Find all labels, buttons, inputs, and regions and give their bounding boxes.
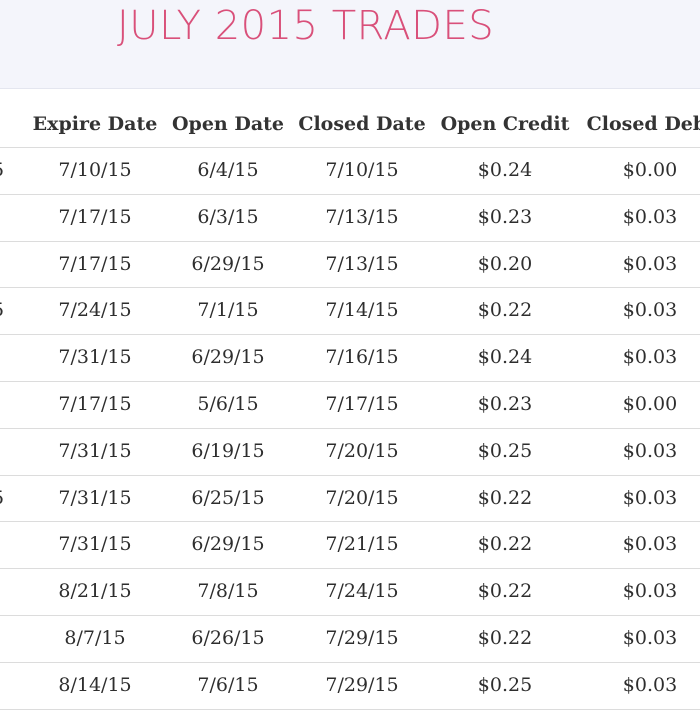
table-cell: 6/4/15 [197, 159, 259, 181]
table-cell: 6/29/15 [191, 346, 265, 369]
clipped-cell: 5 [0, 299, 4, 321]
column-header: Open Credit [440, 113, 570, 135]
table-cell: 7/24/15 [325, 580, 399, 603]
clipped-cell: 5 [0, 159, 4, 181]
row-divider [0, 474, 700, 476]
table-cell: $0.03 [622, 627, 678, 649]
table-cell: $0.22 [477, 580, 533, 603]
table-cell: 7/14/15 [325, 299, 399, 322]
table-cell: $0.00 [622, 393, 678, 415]
table-cell: $0.20 [477, 252, 533, 275]
clipped-cell: 5 [0, 487, 4, 509]
table-cell: 7/29/15 [325, 627, 399, 649]
table-cell: $0.03 [622, 252, 678, 275]
table-cell: 6/3/15 [197, 205, 259, 228]
table-cell: $0.22 [477, 299, 533, 322]
table-cell: 7/13/15 [325, 252, 399, 275]
table-cell: 7/17/15 [325, 393, 399, 415]
row-divider [0, 427, 700, 429]
table-cell: $0.03 [622, 346, 678, 369]
table-cell: 6/26/15 [191, 627, 265, 649]
table-cell: 5/6/15 [197, 393, 259, 415]
row-divider [0, 240, 700, 242]
row-divider [0, 615, 700, 616]
table-cell: 8/14/15 [58, 673, 132, 696]
table-cell: 7/13/15 [325, 205, 399, 228]
row-divider [0, 568, 700, 570]
table-cell: 7/1/15 [197, 299, 259, 322]
table-cell: 7/17/15 [58, 393, 132, 415]
table-cell: 7/10/15 [325, 159, 399, 181]
table-cell: $0.03 [622, 486, 678, 509]
column-header: Closed Debi [586, 113, 700, 135]
table-cell: 7/31/15 [58, 439, 132, 462]
row-divider [0, 287, 700, 289]
title-banner: JULY 2015 TRADES [0, 0, 700, 89]
table-cell: 7/31/15 [58, 533, 132, 556]
row-divider [0, 147, 700, 148]
table-cell: 7/17/15 [58, 205, 132, 228]
row-divider [0, 521, 700, 523]
table-cell: $0.03 [622, 299, 678, 322]
table-cell: $0.03 [622, 673, 678, 696]
table-cell: 7/24/15 [58, 299, 132, 322]
table-cell: $0.03 [622, 439, 678, 462]
table-cell: $0.22 [477, 627, 533, 649]
column-header: Open Date [171, 113, 285, 135]
table-cell: 7/16/15 [325, 346, 399, 369]
row-divider [0, 381, 700, 382]
row-divider [0, 334, 700, 336]
table-cell: 7/31/15 [58, 346, 132, 369]
row-divider [0, 708, 700, 710]
table-cell: $0.22 [477, 533, 533, 556]
column-header: Closed Date [298, 113, 426, 135]
table-cell: $0.23 [477, 205, 533, 228]
table-cell: 8/7/15 [64, 627, 126, 649]
table-cell: 6/25/15 [191, 486, 265, 509]
table-cell: 7/17/15 [58, 252, 132, 275]
column-header: Expire Date [32, 113, 158, 135]
table-cell: $0.24 [477, 159, 533, 181]
table-cell: 7/10/15 [58, 159, 132, 181]
table-cell: 7/8/15 [197, 580, 259, 603]
table-cell: 7/31/15 [58, 486, 132, 509]
table-cell: $0.24 [477, 346, 533, 369]
table-cell: $0.25 [477, 439, 533, 462]
table-cell: 6/29/15 [191, 533, 265, 556]
row-divider [0, 193, 700, 195]
page-title: JULY 2015 TRADES [117, 3, 495, 49]
table-cell: 8/21/15 [58, 580, 132, 603]
table-cell: $0.25 [477, 673, 533, 696]
table-cell: 6/19/15 [191, 439, 265, 462]
table-cell: $0.03 [622, 205, 678, 228]
table-cell: $0.03 [622, 533, 678, 556]
table-cell: 7/21/15 [325, 533, 399, 556]
table-cell: $0.00 [622, 159, 678, 181]
table-cell: 7/29/15 [325, 673, 399, 696]
table-cell: $0.23 [477, 393, 533, 415]
table-cell: 6/29/15 [191, 252, 265, 275]
table-cell: $0.22 [477, 486, 533, 509]
table-cell: 7/20/15 [325, 439, 399, 462]
row-divider [0, 661, 700, 663]
table-cell: $0.03 [622, 580, 678, 603]
table-cell: 7/20/15 [325, 486, 399, 509]
table-cell: 7/6/15 [197, 673, 259, 696]
